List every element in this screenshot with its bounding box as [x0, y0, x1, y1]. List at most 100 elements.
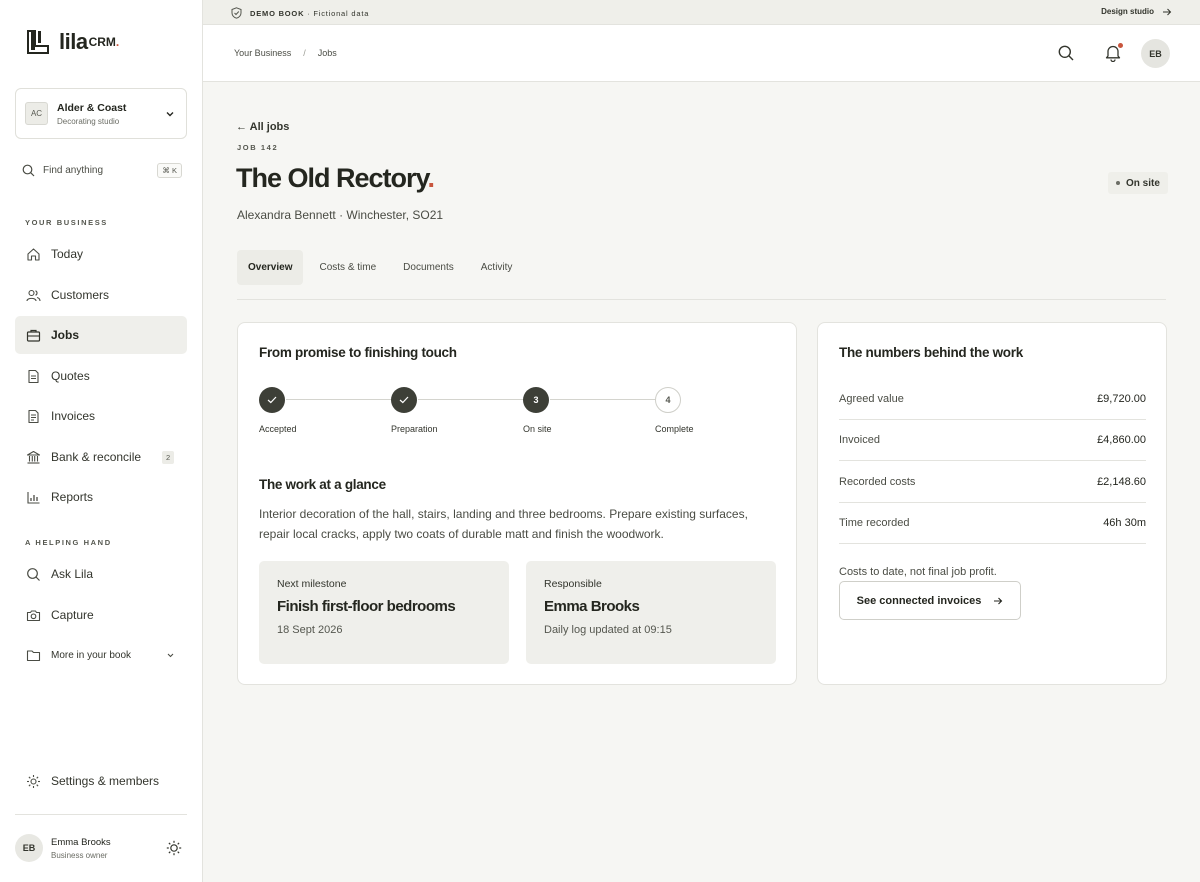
sidebar-item-label: Jobs [51, 328, 80, 342]
folder-icon [26, 649, 41, 661]
design-studio-label: Design studio [1101, 7, 1154, 16]
tab-documents[interactable]: Documents [392, 250, 465, 285]
sidebar-item-customers[interactable]: Customers [15, 276, 187, 314]
tab-activity[interactable]: Activity [470, 250, 524, 285]
demo-banner: DEMO BOOK · Fictional data Design studio [203, 0, 1200, 25]
organization-switcher[interactable]: AC Alder & Coast Decorating studio [15, 88, 187, 139]
chevron-down-icon [167, 653, 174, 658]
responsible-label: Responsible [544, 578, 602, 590]
breadcrumb-jobs[interactable]: Jobs [318, 48, 337, 58]
sidebar-divider [15, 814, 187, 815]
sidebar-item-capture[interactable]: Capture [15, 596, 187, 634]
progress-heading: From promise to finishing touch [259, 345, 457, 360]
home-icon [27, 247, 40, 261]
user-profile[interactable]: EB Emma Brooks Business owner [15, 834, 187, 862]
numbers-row-time-recorded: Time recorded 46h 30m [839, 503, 1146, 544]
org-name: Alder & Coast [57, 101, 127, 114]
logo-mark-icon [27, 30, 49, 54]
camera-icon [26, 609, 41, 621]
count-badge: 2 [162, 450, 175, 464]
back-to-all-jobs-link[interactable]: ← All jobs [236, 121, 289, 133]
briefcase-icon [26, 329, 41, 342]
notifications-button[interactable] [1105, 43, 1123, 63]
row-label: Time recorded [839, 517, 910, 529]
sidebar-item-quotes[interactable]: Quotes [15, 357, 187, 395]
chevron-down-icon [166, 112, 174, 117]
bank-icon [26, 450, 41, 464]
numbers-row-agreed-value: Agreed value £9,720.00 [839, 379, 1146, 420]
see-connected-invoices-button[interactable]: See connected invoices [839, 581, 1021, 620]
search-icon[interactable] [1058, 45, 1074, 61]
top-header: Your Business / Jobs EB [203, 25, 1200, 82]
tab-costs-time[interactable]: Costs & time [308, 250, 387, 285]
section-label-business: YOUR BUSINESS [25, 218, 108, 227]
breadcrumb-separator: / [303, 48, 306, 58]
check-icon [267, 396, 277, 404]
sidebar-item-today[interactable]: Today [15, 235, 187, 273]
job-number: JOB 142 [237, 143, 279, 152]
sidebar-item-label: Quotes [51, 369, 90, 383]
job-numbers-card: The numbers behind the work Agreed value… [817, 322, 1167, 685]
avatar[interactable]: EB [1141, 39, 1170, 68]
title-accent-dot: . [427, 163, 435, 193]
step-complete-marker: 4 [655, 387, 681, 413]
job-tabs: Overview Costs & time Documents Activity [237, 250, 528, 285]
numbers-row-recorded-costs: Recorded costs £2,148.60 [839, 462, 1146, 503]
sidebar-item-jobs[interactable]: Jobs [15, 316, 187, 354]
sidebar-item-ask-lila[interactable]: Ask Lila [15, 555, 187, 593]
row-label: Recorded costs [839, 476, 916, 488]
breadcrumb: Your Business / Jobs [234, 48, 337, 58]
sidebar-item-label: Bank & reconcile [51, 450, 142, 464]
demo-banner-rest: · Fictional data [304, 8, 370, 18]
progress-connector [286, 399, 392, 400]
glance-heading: The work at a glance [259, 477, 386, 492]
check-icon [399, 396, 409, 404]
brand-name: lila [59, 29, 88, 54]
document-icon [28, 369, 39, 383]
design-studio-link[interactable]: Design studio [1101, 7, 1172, 16]
sidebar-item-settings-members[interactable]: Settings & members [15, 762, 187, 800]
find-anything-input[interactable]: Find anything ⌘ K [22, 162, 182, 178]
sidebar-item-reports[interactable]: Reports [15, 478, 187, 516]
responsible-name: Emma Brooks [544, 598, 640, 615]
row-value: £2,148.60 [1097, 476, 1146, 488]
numbers-heading: The numbers behind the work [839, 345, 1023, 360]
sun-icon[interactable] [166, 840, 182, 856]
sidebar-item-more-in-your-book[interactable]: More in your book [15, 636, 187, 674]
page-title: The Old Rectory. [236, 163, 435, 194]
sidebar-item-label: Settings & members [51, 774, 160, 788]
user-text: Emma Brooks Business owner [51, 837, 111, 860]
costs-note: Costs to date, not final job profit. [839, 566, 997, 578]
job-description: Interior decoration of the hall, stairs,… [259, 507, 748, 541]
demo-banner-strong: DEMO BOOK [250, 8, 305, 18]
row-label: Invoiced [839, 434, 880, 446]
brand-logo[interactable]: lila CRM . [27, 29, 119, 55]
sidebar-item-label: More in your book [51, 649, 132, 661]
gear-icon [27, 774, 40, 788]
sidebar-item-label: Customers [51, 288, 110, 302]
chart-icon [27, 491, 40, 504]
brand-suffix: CRM [88, 35, 116, 49]
org-type: Decorating studio [57, 116, 120, 126]
brand-dot: . [115, 35, 120, 49]
step-preparation-marker [391, 387, 417, 413]
sidebar-item-label: Today [51, 247, 84, 261]
step-label: Complete [655, 424, 694, 434]
button-label: See connected invoices [856, 594, 982, 607]
tab-overview[interactable]: Overview [237, 250, 304, 285]
milestone-title: Finish first-floor bedrooms [277, 598, 456, 615]
sidebar-item-bank-reconcile[interactable]: Bank & reconcile 2 [15, 438, 187, 476]
sidebar-item-invoices[interactable]: Invoices [15, 397, 187, 435]
avatar: EB [15, 834, 43, 862]
sidebar-item-label: Capture [51, 608, 94, 622]
progress-connector [550, 399, 656, 400]
breadcrumb-your-business[interactable]: Your Business [234, 48, 291, 58]
sidebar-item-label: Reports [51, 490, 94, 504]
step-on-site-marker: 3 [523, 387, 549, 413]
step-label: Accepted [259, 424, 297, 434]
responsible-panel: Responsible Emma Brooks Daily log update… [526, 561, 776, 664]
next-milestone-panel: Next milestone Finish first-floor bedroo… [259, 561, 509, 664]
arrow-right-icon [1163, 8, 1172, 15]
step-accepted-marker [259, 387, 285, 413]
row-value: 46h 30m [1103, 517, 1146, 529]
